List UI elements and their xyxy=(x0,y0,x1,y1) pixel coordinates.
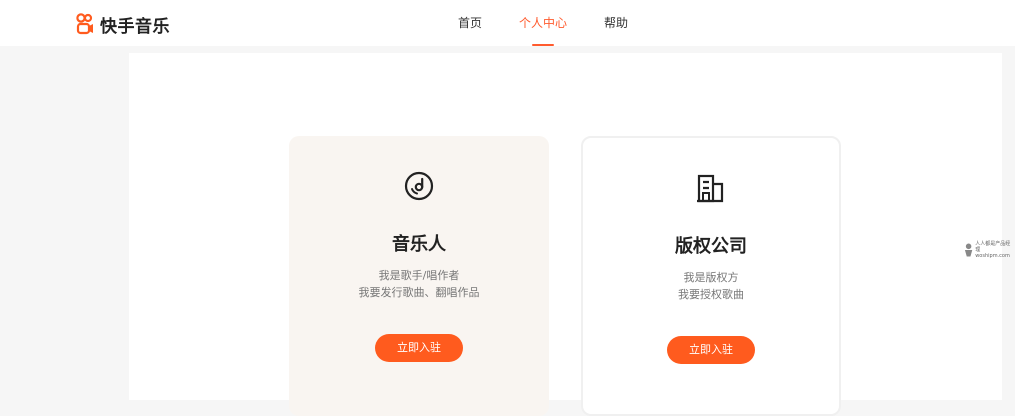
building-icon xyxy=(697,174,724,203)
nav-personal-center[interactable]: 个人中心 xyxy=(502,0,584,46)
card-title: 音乐人 xyxy=(392,234,446,255)
main-content: 音乐人 我是歌手/唱作者 我要发行歌曲、翻唱作品 立即入驻 版权公司 我是版权方… xyxy=(129,53,1002,416)
card-desc-line1: 我是歌手/唱作者 xyxy=(378,269,460,282)
musician-join-button[interactable]: 立即入驻 xyxy=(375,334,463,362)
watermark: 人人都是产品经理 woshipm.com xyxy=(964,240,1012,260)
main-nav: 首页 个人中心 帮助 xyxy=(438,0,648,46)
logo-text: 快手音乐 xyxy=(100,16,170,37)
card-desc-line2: 我要发行歌曲、翻唱作品 xyxy=(358,286,480,299)
nav-home[interactable]: 首页 xyxy=(438,0,502,46)
card-desc-line1: 我是版权方 xyxy=(683,271,739,284)
musician-card[interactable]: 音乐人 我是歌手/唱作者 我要发行歌曲、翻唱作品 立即入驻 xyxy=(289,136,549,416)
card-title: 版权公司 xyxy=(675,236,747,257)
kuaishou-logo-icon xyxy=(76,13,93,35)
copyright-company-card[interactable]: 版权公司 我是版权方 我要授权歌曲 立即入驻 xyxy=(581,136,841,416)
logo[interactable]: 快手音乐 xyxy=(76,12,170,37)
top-header: 快手音乐 首页 个人中心 帮助 xyxy=(0,0,1015,46)
watermark-line2: woshipm.com xyxy=(975,253,1010,259)
watermark-line1: 人人都是产品经理 xyxy=(975,241,1011,253)
music-disc-icon xyxy=(404,171,434,201)
company-join-button[interactable]: 立即入驻 xyxy=(667,336,755,364)
card-desc-line2: 我要授权歌曲 xyxy=(678,288,744,301)
watermark-logo-icon xyxy=(964,243,973,257)
nav-help[interactable]: 帮助 xyxy=(584,0,648,46)
